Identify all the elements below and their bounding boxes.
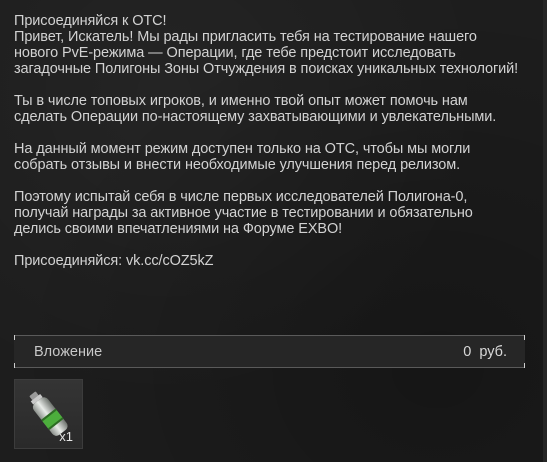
message-paragraph-availability: На данный момент режим доступен только н… <box>14 141 471 173</box>
attachment-item-slot[interactable]: x1 <box>14 379 83 449</box>
corner-mark <box>14 335 15 340</box>
attachment-label: Вложение <box>34 344 103 360</box>
message-body: Присоединяйся к ОТС! Привет, Искатель! М… <box>14 13 519 285</box>
message-paragraph-link[interactable]: Присоединяйся: vk.cc/cOZ5kZ <box>14 253 519 269</box>
corner-mark <box>524 363 525 368</box>
attachment-money-value: 0 руб. <box>463 344 507 360</box>
message-paragraph-top-players: Ты в числе топовых игроков, и именно тво… <box>14 93 497 125</box>
corner-mark <box>14 363 15 368</box>
scrollbar[interactable] <box>543 0 547 462</box>
corner-mark <box>524 335 525 340</box>
attachment-bar: Вложение 0 руб. <box>14 335 525 368</box>
message-paragraph-intro: Присоединяйся к ОТС! Привет, Искатель! М… <box>14 13 519 77</box>
item-count: x1 <box>59 429 73 444</box>
message-paragraph-invite: Поэтому испытай себя в числе первых иссл… <box>14 189 473 237</box>
